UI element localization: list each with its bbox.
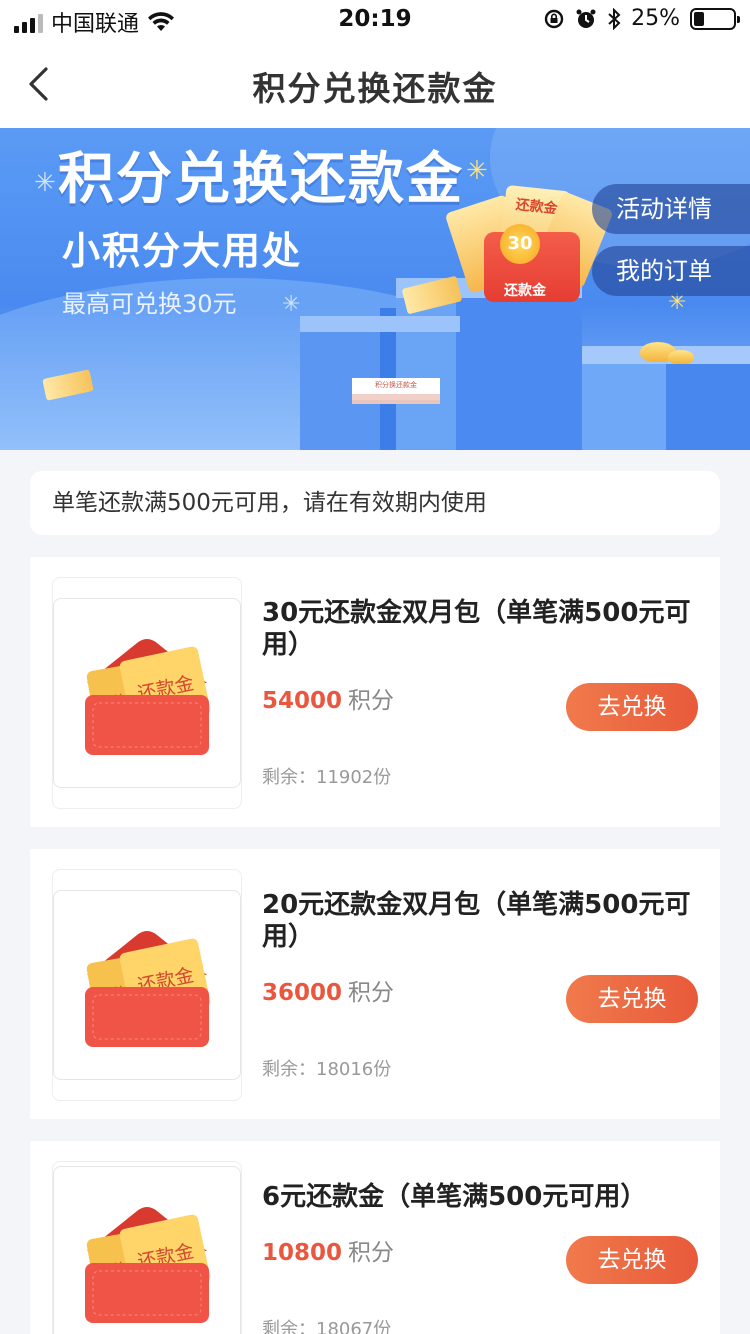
remaining-stock: 剩余：11902份 <box>262 767 392 788</box>
reward-card: 还款 还款金 30元还款金双月包（单笔满500元可用） 54000积分 去兑换 … <box>30 557 720 827</box>
redeem-button[interactable]: 去兑换 <box>566 975 698 1023</box>
points-value: 54000 <box>262 688 343 714</box>
reward-thumbnail: 还款 还款金 <box>53 598 241 788</box>
redeem-button[interactable]: 去兑换 <box>566 683 698 731</box>
sparkle-icon: ✳ <box>282 292 301 317</box>
reward-points: 54000 积分 <box>262 681 394 715</box>
red-envelope-icon: 还款 还款金 <box>85 639 211 755</box>
points-value: 36000 <box>262 980 343 1006</box>
reward-card: 还款 还款金 6元还款金（单笔满500元可用） 10800积分 去兑换 剩余：1… <box>30 1141 720 1334</box>
battery-icon <box>690 7 740 30</box>
bluetooth-icon <box>608 7 621 30</box>
nav-bar: 积分兑换还款金 <box>0 40 750 128</box>
activity-details-button[interactable]: 活动详情 <box>592 184 750 234</box>
reward-name: 30元还款金双月包（单笔满500元可用） <box>262 598 691 660</box>
points-unit: 积分 <box>348 1240 395 1266</box>
gold-ingot-icon <box>668 350 694 364</box>
reward-thumbnail: 还款 还款金 <box>53 1166 241 1334</box>
red-envelope-icon: 还款 还款金 <box>85 1207 211 1323</box>
remaining-stock: 剩余：18016份 <box>262 1059 392 1080</box>
coupon-stack-label: 积分换还款金 <box>375 381 417 389</box>
battery-percent: 25% <box>631 6 680 31</box>
reward-points: 10800 积分 <box>262 1233 394 1267</box>
sparkle-icon: ✳ <box>34 168 56 198</box>
rotation-lock-icon <box>544 9 564 28</box>
coupon-stack-icon: 积分换还款金 <box>352 378 440 400</box>
reward-thumbnail-frame: 还款 还款金 <box>52 577 242 809</box>
reward-name: 6元还款金（单笔满500元可用） <box>262 1182 647 1212</box>
page-title: 积分兑换还款金 <box>252 69 498 108</box>
reward-thumbnail: 还款 还款金 <box>53 890 241 1080</box>
reward-card: 还款 还款金 20元还款金双月包（单笔满500元可用） 36000积分 去兑换 … <box>30 849 720 1119</box>
banner-subtitle: 小积分大用处 <box>62 229 303 273</box>
redeem-button[interactable]: 去兑换 <box>566 1236 698 1284</box>
reward-points: 36000 积分 <box>262 973 394 1007</box>
points-unit: 积分 <box>348 688 395 714</box>
points-value: 10800 <box>262 1240 343 1266</box>
usage-notice: 单笔还款满500元可用，请在有效期内使用 <box>30 471 720 535</box>
wallet-ticket-label: 还款金 <box>514 196 559 218</box>
wallet-illustration: 还款金 30 还款金 <box>444 184 614 304</box>
reward-thumbnail-frame: 还款 还款金 <box>52 869 242 1101</box>
banner-title: 积分兑换还款金 <box>58 147 464 212</box>
reward-name: 20元还款金双月包（单笔满500元可用） <box>262 890 691 952</box>
remaining-stock: 剩余：18067份 <box>262 1319 392 1334</box>
sparkle-icon: ✳ <box>466 156 488 186</box>
coin-badge: 30 <box>500 224 540 264</box>
wallet-label: 还款金 <box>504 283 546 299</box>
red-envelope-icon: 还款 还款金 <box>85 931 211 1047</box>
promo-banner: 积分兑换还款金 小积分大用处 最高可兑换30元 ✳ ✳ ✳ ✳ ✳ 积分换还款金… <box>0 128 750 450</box>
alarm-icon <box>576 9 596 28</box>
status-right: 25% <box>543 6 740 31</box>
points-unit: 积分 <box>348 980 395 1006</box>
reward-thumbnail-frame: 还款 还款金 <box>52 1161 242 1334</box>
status-bar: 中国联通 20:19 25% <box>0 0 750 40</box>
my-orders-button[interactable]: 我的订单 <box>592 246 750 296</box>
banner-subtitle-max: 最高可兑换30元 <box>62 290 237 318</box>
